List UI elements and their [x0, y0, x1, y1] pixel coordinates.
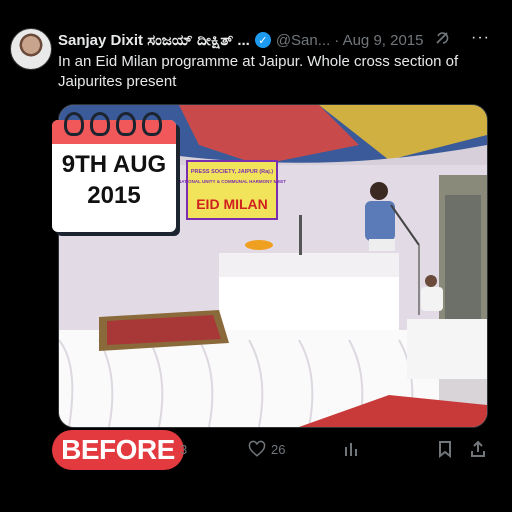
- calendar-year: 2015: [87, 182, 141, 209]
- calendar-ring-icon: [90, 112, 110, 136]
- verified-badge-icon: ✓: [254, 32, 271, 48]
- views-icon: [342, 440, 360, 458]
- calendar-ring-icon: [116, 112, 136, 136]
- like-action[interactable]: 26: [248, 438, 285, 460]
- like-icon: [248, 440, 266, 458]
- grok-icon[interactable]: [434, 30, 450, 51]
- banner-line1: PRESS SOCIETY, JAIPUR (Raj.): [191, 169, 273, 175]
- banner-line3: EID MILAN: [196, 196, 268, 212]
- tweet-header: Sanjay Dixit ಸಂಜಯ್ ದೀಕ್ಷಿತ್ ... ✓ @San..…: [58, 29, 502, 51]
- bookmark-button[interactable]: [437, 438, 453, 460]
- calendar-ring-icon: [142, 112, 162, 136]
- share-button[interactable]: [469, 438, 487, 460]
- calendar-date-text: 9TH AUG 2015: [52, 150, 176, 212]
- reply-action[interactable]: 3: [180, 438, 187, 460]
- author-name[interactable]: Sanjay Dixit ಸಂಜಯ್ ದೀಕ್ಷಿತ್ ...: [58, 32, 250, 49]
- avatar[interactable]: [10, 28, 52, 70]
- bookmark-icon: [437, 440, 453, 458]
- share-icon: [469, 440, 487, 458]
- date-calendar-overlay: 9TH AUG 2015: [52, 112, 180, 232]
- calendar-ring-icon: [64, 112, 84, 136]
- banner-line2: NATIONAL UNITY & COMMUNAL HARMONY MEET: [178, 179, 286, 184]
- reply-count: 3: [180, 441, 188, 457]
- tweet-text: In an Eid Milan programme at Jaipur. Who…: [58, 53, 459, 90]
- like-count: 26: [271, 441, 286, 457]
- tweet-date[interactable]: · Aug 9, 2015: [334, 32, 423, 49]
- before-stamp: BEFORE: [52, 430, 184, 470]
- calendar-day-month: 9TH AUG: [61, 151, 167, 178]
- author-handle[interactable]: @San...: [276, 32, 330, 49]
- more-icon[interactable]: ···: [471, 29, 490, 47]
- views-action[interactable]: [342, 438, 360, 460]
